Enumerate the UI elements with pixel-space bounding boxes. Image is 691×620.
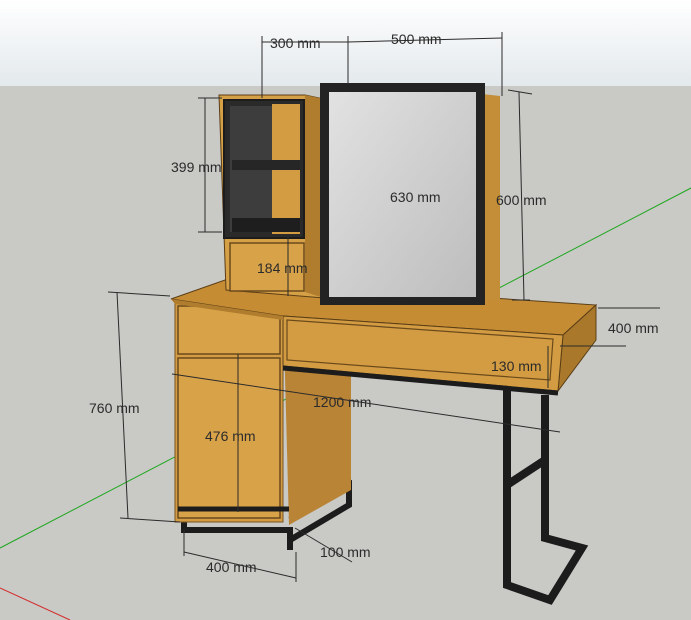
dim-label-table-width: 1200 mm <box>313 394 371 410</box>
dim-label-cabinet-height: 399 mm <box>171 159 222 175</box>
dim-label-door-height: 476 mm <box>205 428 256 444</box>
dim-label-drawer-box-height: 184 mm <box>257 260 308 276</box>
dim-label-base-depth: 400 mm <box>206 559 257 575</box>
dim-label-table-height: 760 mm <box>89 400 140 416</box>
dim-label-table-depth: 400 mm <box>608 320 659 336</box>
model-canvas: 300 mm 500 mm 399 mm 630 mm 600 mm 184 m… <box>0 0 691 620</box>
dim-label-top-cabinet-width: 300 mm <box>270 35 321 51</box>
dim-label-leg-base-height: 100 mm <box>320 544 371 560</box>
sky-background <box>0 0 691 86</box>
dim-label-drawer-front-height: 130 mm <box>491 358 542 374</box>
dim-label-mirror-width: 500 mm <box>391 31 442 47</box>
dim-label-mirror-frame-height: 600 mm <box>496 192 547 208</box>
dim-label-mirror-height: 630 mm <box>390 189 441 205</box>
sketchup-viewport[interactable]: 300 mm 500 mm 399 mm 630 mm 600 mm 184 m… <box>0 0 691 620</box>
